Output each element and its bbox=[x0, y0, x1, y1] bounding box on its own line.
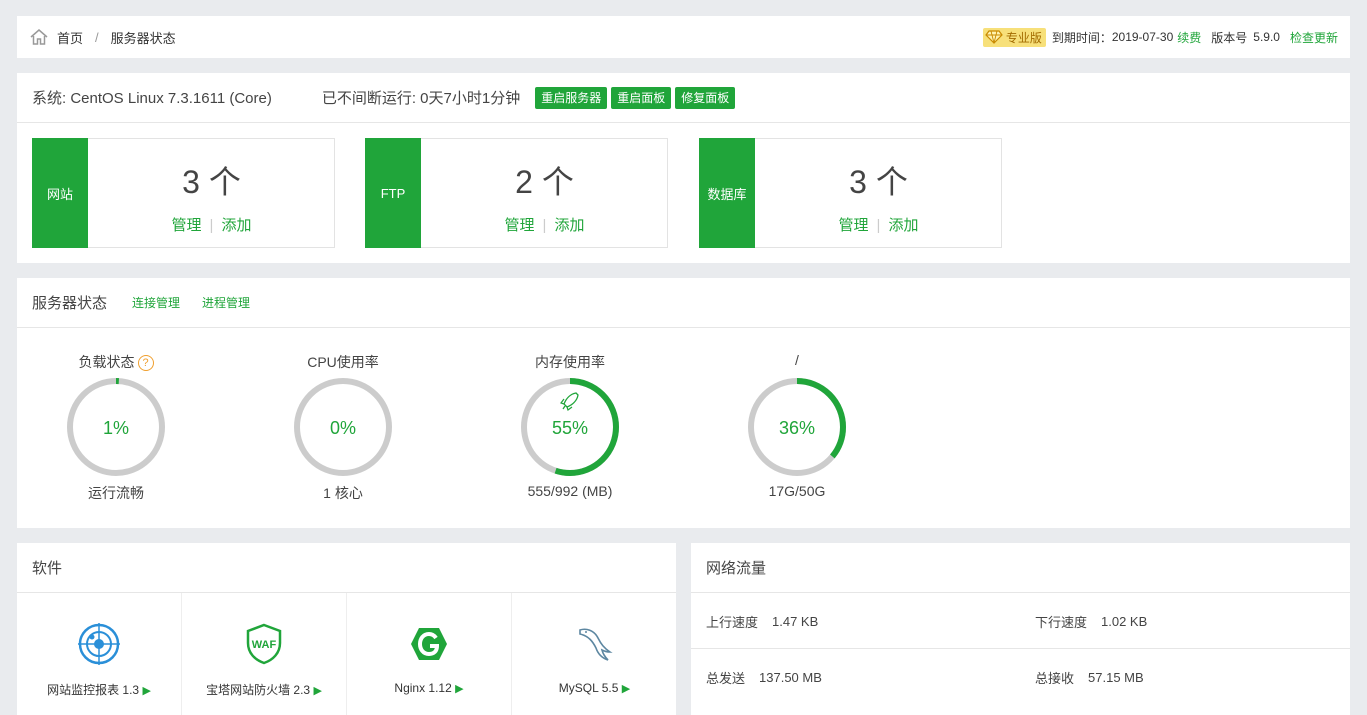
site-count: 3 个 bbox=[182, 164, 241, 200]
load-gauge-value: 1% bbox=[103, 418, 129, 438]
breadcrumb-bar: 首页 / 服务器状态 专业版 到期时间： 2019-07-30 续费 版本号 5… bbox=[17, 16, 1350, 58]
cpu-gauge-label: CPU使用率 bbox=[307, 354, 379, 370]
software-item-site-monitor[interactable]: 网站监控报表 1.3 ▶ bbox=[17, 593, 182, 715]
restart-panel-button[interactable]: 重启面板 bbox=[611, 86, 672, 109]
home-icon[interactable] bbox=[29, 28, 49, 46]
expire-label: 到期时间： bbox=[1051, 30, 1112, 45]
link-divider: | bbox=[876, 217, 881, 234]
upload-speed-label: 上行速度 bbox=[706, 614, 759, 630]
restart-server-button[interactable]: 重启服务器 bbox=[535, 86, 608, 109]
diamond-icon bbox=[985, 30, 1003, 44]
site-manage-link[interactable]: 管理 bbox=[172, 217, 202, 234]
upload-speed-value: 1.47 KB bbox=[772, 613, 819, 629]
os-info: 系统: CentOS Linux 7.3.1611 (Core) bbox=[32, 90, 272, 107]
memory-gauge[interactable]: 内存使用率 55% 555/992 (MB) bbox=[500, 352, 640, 499]
waf-shield-icon: WAF bbox=[243, 623, 285, 665]
edition-label: 专业版 bbox=[1005, 30, 1042, 45]
radar-icon bbox=[78, 623, 120, 665]
total-sent-label: 总发送 bbox=[706, 670, 746, 686]
software-name: MySQL 5.5 bbox=[558, 681, 619, 695]
card-tag-site: 网站 bbox=[32, 138, 88, 248]
software-title: 软件 bbox=[17, 543, 676, 593]
ftp-add-link[interactable]: 添加 bbox=[554, 217, 584, 234]
link-divider: | bbox=[209, 217, 214, 234]
site-add-link[interactable]: 添加 bbox=[221, 217, 251, 234]
expire-date: 2019-07-30 bbox=[1111, 30, 1174, 44]
version-number: 5.9.0 bbox=[1253, 30, 1280, 44]
play-icon[interactable]: ▶ bbox=[142, 685, 150, 697]
card-tag-database: 数据库 bbox=[699, 138, 755, 248]
mysql-dolphin-icon bbox=[574, 623, 616, 665]
card-tag-ftp: FTP bbox=[365, 138, 421, 248]
cpu-gauge-value: 0% bbox=[330, 418, 356, 438]
connection-manage-link[interactable]: 连接管理 bbox=[132, 294, 180, 311]
rocket-icon[interactable] bbox=[560, 392, 579, 411]
nginx-icon bbox=[408, 623, 450, 665]
software-item-nginx[interactable]: Nginx 1.12 ▶ bbox=[347, 593, 512, 715]
play-icon[interactable]: ▶ bbox=[455, 683, 463, 695]
database-count: 3 个 bbox=[849, 164, 908, 200]
ftp-count-card: FTP 2 个 管理 | 添加 bbox=[365, 138, 668, 248]
total-sent-value: 137.50 MB bbox=[759, 669, 822, 685]
uptime-info: 已不间断运行: 0天7小时1分钟 bbox=[321, 90, 521, 107]
database-count-card: 数据库 3 个 管理 | 添加 bbox=[699, 138, 1002, 248]
load-gauge-ring: 1% bbox=[67, 378, 165, 476]
play-icon[interactable]: ▶ bbox=[622, 683, 630, 695]
link-divider: | bbox=[542, 217, 547, 234]
download-speed-value: 1.02 KB bbox=[1101, 613, 1148, 629]
memory-gauge-ring: 55% bbox=[521, 378, 619, 476]
repair-panel-button[interactable]: 修复面板 bbox=[675, 86, 736, 109]
pro-edition-badge: 专业版 bbox=[982, 27, 1046, 47]
ftp-manage-link[interactable]: 管理 bbox=[505, 217, 535, 234]
memory-gauge-footer: 555/992 (MB) bbox=[527, 483, 613, 499]
server-status-header: 服务器状态 连接管理 进程管理 bbox=[17, 278, 1350, 328]
help-icon[interactable]: ? bbox=[137, 355, 154, 372]
software-item-mysql[interactable]: MySQL 5.5 ▶ bbox=[512, 593, 677, 715]
version-label: 版本号 bbox=[1211, 30, 1248, 45]
breadcrumb-current: 服务器状态 bbox=[110, 30, 176, 46]
disk-gauge-ring: 36% bbox=[748, 378, 846, 476]
load-gauge[interactable]: 负载状态? 1% 运行流畅 bbox=[46, 352, 186, 503]
system-panel: 系统: CentOS Linux 7.3.1611 (Core) 已不间断运行:… bbox=[17, 73, 1350, 263]
database-add-link[interactable]: 添加 bbox=[888, 217, 918, 234]
disk-gauge-value: 36% bbox=[779, 418, 815, 438]
cpu-gauge-footer: 1 核心 bbox=[323, 485, 363, 501]
network-total-row: 总发送 137.50 MB 总接收 57.15 MB bbox=[691, 649, 1350, 705]
total-received-label: 总接收 bbox=[1035, 670, 1075, 686]
network-panel: 网络流量 上行速度 1.47 KB 下行速度 1.02 KB 总发送 137.50 M… bbox=[691, 543, 1350, 715]
software-panel: 软件 网站监控报表 1.3 ▶ WAF 宝塔网站防火墙 2.3 ▶ Nginx … bbox=[17, 543, 676, 715]
download-speed-label: 下行速度 bbox=[1035, 614, 1088, 630]
memory-gauge-label: 内存使用率 bbox=[535, 354, 605, 370]
ftp-count: 2 个 bbox=[515, 164, 574, 200]
network-speed-row: 上行速度 1.47 KB 下行速度 1.02 KB bbox=[691, 593, 1350, 649]
software-name: 宝塔网站防火墙 2.3 bbox=[206, 683, 311, 697]
cpu-gauge-ring: 0% bbox=[294, 378, 392, 476]
play-icon[interactable]: ▶ bbox=[313, 685, 321, 697]
software-name: 网站监控报表 1.3 bbox=[47, 683, 140, 697]
process-manage-link[interactable]: 进程管理 bbox=[202, 294, 250, 311]
cpu-gauge[interactable]: CPU使用率 0% 1 核心 bbox=[273, 352, 413, 503]
memory-gauge-value: 55% bbox=[552, 418, 588, 438]
disk-gauge[interactable]: / 36% 17G/50G bbox=[727, 352, 867, 499]
server-status-panel: 服务器状态 连接管理 进程管理 负载状态? 1% 运行流畅 CPU使用率 0% … bbox=[17, 278, 1350, 528]
load-gauge-label: 负载状态 bbox=[78, 354, 135, 370]
breadcrumb-separator: / bbox=[95, 29, 99, 45]
site-count-card: 网站 3 个 管理 | 添加 bbox=[32, 138, 335, 248]
breadcrumb-home-link[interactable]: 首页 bbox=[57, 28, 83, 47]
check-update-link[interactable]: 检查更新 bbox=[1290, 29, 1338, 46]
server-status-title: 服务器状态 bbox=[32, 295, 108, 312]
svg-text:WAF: WAF bbox=[252, 639, 277, 651]
total-received-value: 57.15 MB bbox=[1088, 669, 1144, 685]
software-item-waf[interactable]: WAF 宝塔网站防火墙 2.3 ▶ bbox=[182, 593, 347, 715]
disk-gauge-label: / bbox=[795, 352, 799, 368]
renew-link[interactable]: 续费 bbox=[1177, 29, 1201, 46]
software-name: Nginx 1.12 bbox=[394, 681, 452, 695]
network-title: 网络流量 bbox=[691, 543, 1350, 593]
load-gauge-footer: 运行流畅 bbox=[88, 485, 144, 501]
license-info: 专业版 到期时间： 2019-07-30 续费 版本号 5.9.0 检查更新 bbox=[982, 27, 1338, 47]
database-manage-link[interactable]: 管理 bbox=[839, 217, 869, 234]
disk-gauge-footer: 17G/50G bbox=[768, 483, 826, 499]
system-info-line: 系统: CentOS Linux 7.3.1611 (Core) 已不间断运行:… bbox=[17, 73, 1350, 123]
